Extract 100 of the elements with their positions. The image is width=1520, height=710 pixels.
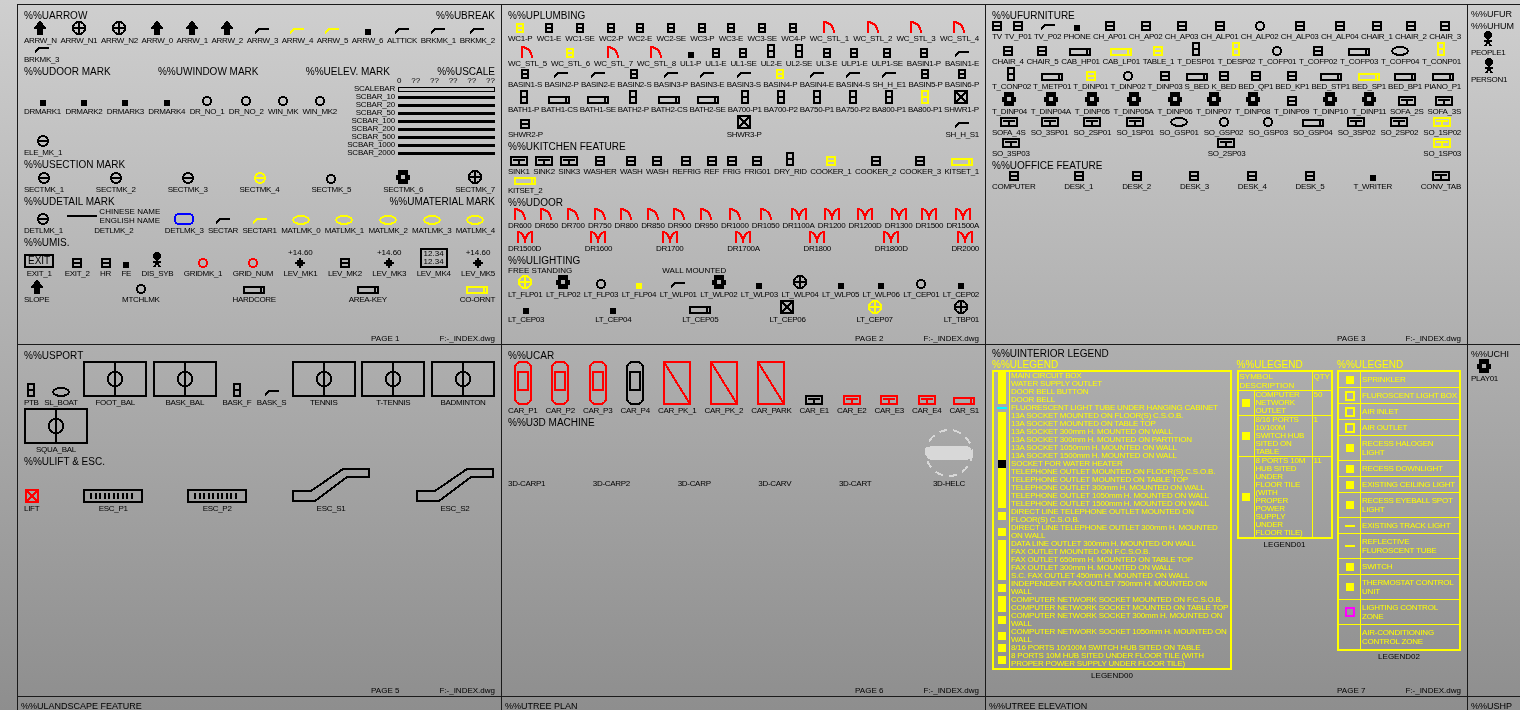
symbol-label: BASIN4-E [799, 80, 834, 89]
legend-text: TELEPHONE OUTLET 1500mm H. MOUNTED ON WALL [1010, 500, 1210, 508]
symbol-label: BATH2-P [617, 105, 649, 114]
symbol-label: BA700-P2 [763, 105, 798, 114]
symbol-label: T_DINP04 [992, 107, 1027, 116]
symbol-label: BA800-P1 [871, 105, 906, 114]
symbol-label: PERSON1 [1471, 75, 1508, 84]
symbol-label: SLOPE [24, 295, 50, 304]
legend-text: RECESS EYEBALL SPOT LIGHT [1361, 495, 1454, 516]
legend-text: FLUORESCENT LIGHT TUBE UNDER HANGING CABINET [1010, 404, 1219, 412]
symbol-label: FRIG [722, 167, 741, 176]
symbol-label: CH_ALP04 [1320, 32, 1359, 41]
symbol-label: TENNIS [310, 398, 338, 407]
symbol-label: CHAIR_5 [1026, 57, 1059, 66]
legend-text: TELEPHONE OUTLET MOUNTED ON FLOOR(S) C.S.O.B. [1010, 468, 1217, 476]
section-title: %%UTREE PLAN [505, 701, 578, 710]
page-number: PAGE 2 [855, 335, 884, 343]
legend-text: 13A SOCKET 1050mm H. MOUNTED ON WALL [1010, 444, 1178, 452]
section-title: %%UFUR [1471, 9, 1512, 19]
symbol-label: GRID_NUM [232, 269, 273, 278]
symbol-label: BATH1-P [508, 105, 540, 114]
symbol-label: WASH [620, 167, 643, 176]
symbol-label: WC4-P [781, 34, 806, 43]
symbol-label: 3D-CARP2 [592, 479, 630, 488]
symbol-label: MATLMK_1 [324, 226, 365, 235]
symbol-label: ULP1-SE [871, 59, 903, 68]
symbol-label: DR_NO_2 [228, 106, 264, 116]
group-label: FREE STANDING [508, 266, 573, 275]
page-number: PAGE 3 [1337, 335, 1366, 343]
symbol-label: SO_1SP02 [1423, 128, 1461, 137]
symbol-label: CHAIR_1 [1360, 32, 1393, 41]
symbol-label: ARRW_N1 [60, 36, 98, 45]
symbol-label: EXIT_2 [64, 269, 90, 278]
symbol-label: DR1300 [884, 221, 913, 230]
symbol-label: CHAIR_2 [1395, 32, 1427, 41]
symbol-label: DR600 [508, 221, 532, 230]
symbol-label: UL2-SE [785, 59, 813, 68]
symbol-label: ARRW_1 [176, 36, 208, 45]
symbol-label: KITSET_1 [944, 167, 979, 176]
symbol-label: CAR_E1 [799, 406, 829, 415]
file-name: F:-_INDEX.dwg [439, 335, 495, 343]
section-title: %%ULIGHTING [508, 255, 581, 266]
symbol-label: WC3-SE [747, 34, 777, 43]
text-box-symbol: EXIT [24, 254, 55, 268]
symbol-label: AREA-KEY [348, 295, 387, 304]
legend-text: RECESS HALOGEN LIGHT [1361, 438, 1435, 459]
symbol-label: T_COFP01 [1258, 57, 1297, 66]
symbol-label: T_COFP03 [1340, 57, 1379, 66]
legend-text: RECESS DOWNLIGHT [1361, 463, 1444, 475]
symbol-label: SHWR3-P [726, 130, 762, 139]
legend-header: SYMBOL DESCRIPTION [1238, 372, 1313, 390]
symbol-label: SO_1SP01 [1116, 128, 1154, 137]
symbol-label: LEV_MK2 [327, 269, 362, 278]
symbol-label: CH_AP02 [1128, 32, 1163, 41]
symbol-label: T_DINP08 [1235, 107, 1271, 116]
symbol-label: DR1800D [874, 244, 908, 253]
symbol-label: CH_AP01 [1092, 32, 1127, 41]
legend-text: TELEPHONE OUTLET MOUNTED ON TABLE TOP [1010, 476, 1189, 484]
symbol-label: T_WRITER [1353, 182, 1392, 191]
symbol-label: BASIN1-E [944, 59, 979, 68]
symbol-label: LT_FLP01 [508, 290, 543, 299]
symbol-label: BA700-P1 [727, 105, 762, 114]
symbol-label: LT_CEP03 [508, 315, 545, 324]
symbol-label: ARRW_N [24, 36, 57, 45]
symbol-label: LT_WLP04 [781, 290, 819, 299]
file-name: F:-_INDEX.dwg [923, 335, 979, 343]
legend-text: AIR OUTLET [1361, 422, 1409, 434]
symbol-label: DR1200D [848, 221, 882, 230]
section-title: %%UMIS. [24, 237, 70, 248]
symbol-label: SQUA_BAL [36, 445, 76, 454]
symbol-label: WC_STL_8 [636, 59, 676, 68]
legend-text: 8 PORTS 10M HUB SITED UNDER FLOOR TILE (WITH PROPER POWER SUPPLY UNDER FLOOR TILE) [1010, 652, 1205, 668]
symbol-label: DR950 [694, 221, 718, 230]
symbol-label: DR1500D [508, 244, 542, 253]
symbol-label: LT_FLP02 [545, 290, 581, 299]
symbol-label: BASIN3-E [690, 80, 725, 89]
symbol-label: BED_BP1 [1388, 82, 1422, 91]
symbol-label: ALTTICK [386, 36, 418, 45]
legend-name: LEGEND00 [1091, 671, 1133, 680]
legend-text: AIR INLET [1361, 406, 1400, 418]
symbol-label: UL3-E [816, 59, 838, 68]
page-number: PAGE 7 [1337, 687, 1366, 695]
symbol-label: TV_P02 [1034, 32, 1062, 41]
symbol-label: TV_P01 [1004, 32, 1032, 41]
symbol-label: MATLMK_4 [455, 226, 495, 235]
symbol-label: BASK_BAL [165, 398, 205, 407]
symbol-label: ARRW_0 [141, 36, 173, 45]
symbol-label: COOKER_3 [899, 167, 941, 176]
symbol-label: ELE_MK_1 [24, 148, 63, 157]
legend-text: SWITCH [1361, 561, 1394, 573]
symbol-label: CHAIR_4 [992, 57, 1024, 66]
legend-text: 13A SOCKET 300mm H. MOUNTED ON WALL [1010, 428, 1174, 436]
file-name: F:-_INDEX.dwg [439, 687, 495, 695]
symbol-label: DR1500 [915, 221, 944, 230]
symbol-label: BADMINTON [440, 398, 486, 407]
symbol-label: CH_ALP02 [1240, 32, 1279, 41]
symbol-label: SINK2 [533, 167, 555, 176]
legend-text: SPRINKLER [1361, 374, 1407, 386]
legend-text: COMPUTER NETWORK SOCKET MOUNTED ON TABLE TOP [1010, 604, 1230, 612]
symbol-label: SO_2SP03 [1207, 149, 1246, 158]
